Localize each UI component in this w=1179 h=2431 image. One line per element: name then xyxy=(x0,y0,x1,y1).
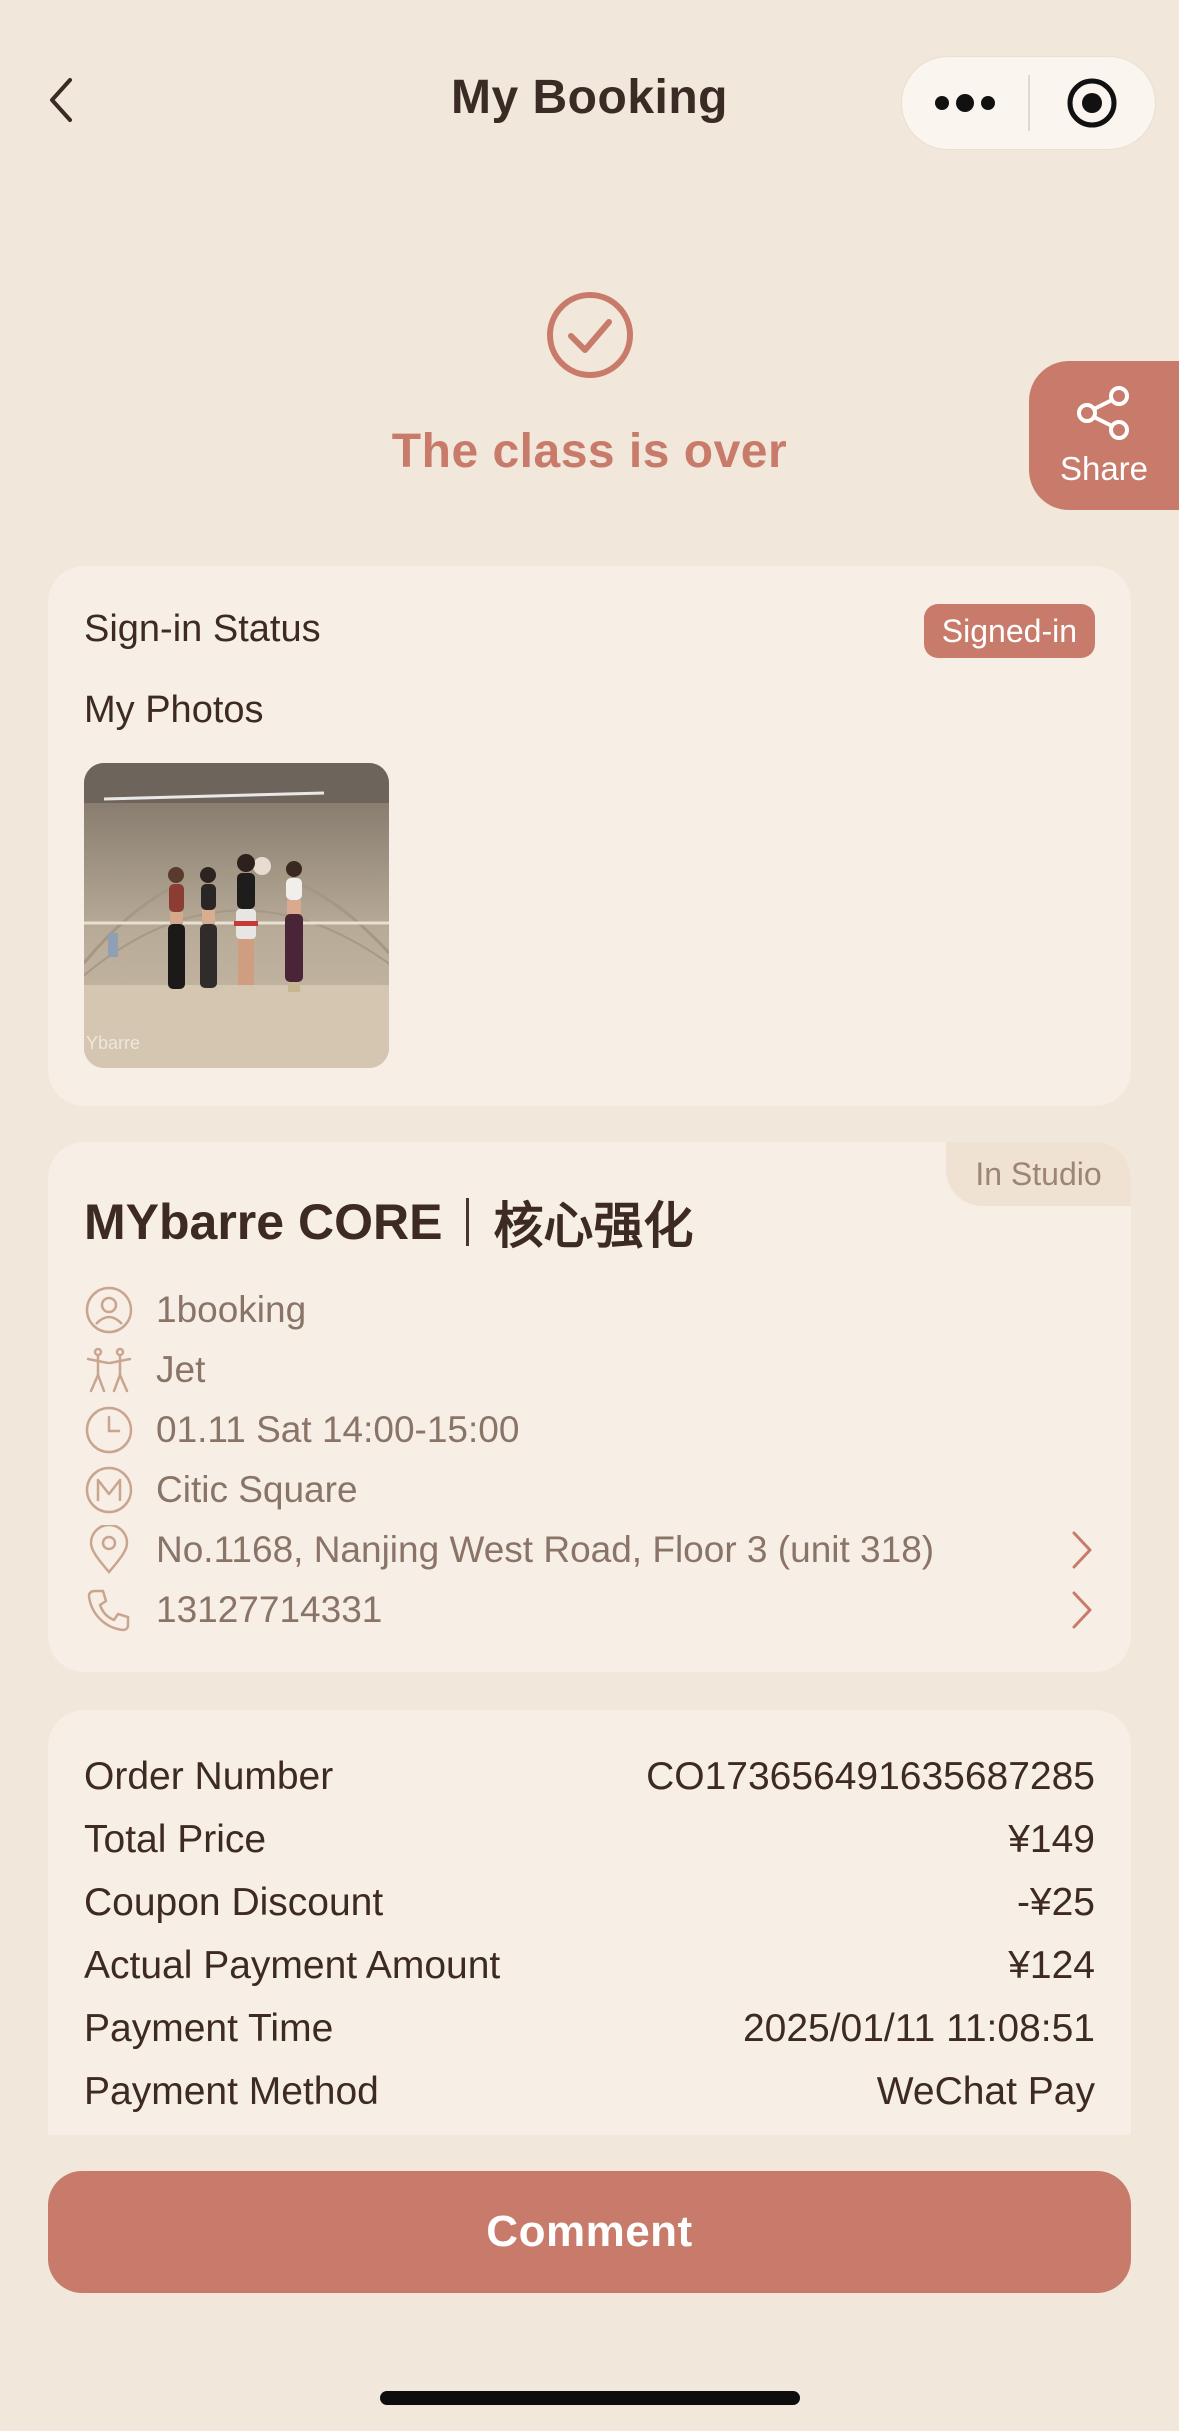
metro-icon xyxy=(84,1465,134,1515)
order-value: ¥149 xyxy=(1008,1818,1095,1861)
order-value: 2025/01/11 11:08:51 xyxy=(742,2007,1095,2050)
class-title: MYbarre CORE 核心强化 xyxy=(84,1186,693,1258)
order-value: CO173656491635687285 xyxy=(646,1755,1095,1798)
address-row[interactable]: No.1168, Nanjing West Road, Floor 3 (uni… xyxy=(84,1522,1095,1578)
payment-time-row: Payment Time 2025/01/11 11:08:51 xyxy=(84,2004,1095,2054)
order-label: Payment Method xyxy=(84,2070,379,2113)
coupon-discount-row: Coupon Discount -¥25 xyxy=(84,1878,1095,1928)
total-price-row: Total Price ¥149 xyxy=(84,1815,1095,1865)
class-card: In Studio MYbarre CORE 核心强化 1booking Jet… xyxy=(48,1142,1131,1672)
location-pin-icon xyxy=(84,1525,134,1575)
class-photo[interactable]: Ybarre xyxy=(84,763,389,1068)
order-label: Actual Payment Amount xyxy=(84,1944,501,1987)
studio-address: No.1168, Nanjing West Road, Floor 3 (uni… xyxy=(156,1529,935,1570)
close-program-button[interactable] xyxy=(1030,57,1156,149)
target-circle-icon xyxy=(1067,78,1117,128)
clock-icon xyxy=(84,1405,134,1455)
share-icon xyxy=(1077,385,1129,440)
instructor-name: Jet xyxy=(156,1349,206,1390)
more-dots-icon xyxy=(934,94,995,112)
studio-phone: 13127714331 xyxy=(156,1589,383,1630)
class-time: 01.11 Sat 14:00-15:00 xyxy=(156,1409,520,1450)
order-label: Payment Time xyxy=(84,2007,334,2050)
chevron-right-icon xyxy=(1055,1529,1095,1571)
time-row: 01.11 Sat 14:00-15:00 xyxy=(84,1402,1095,1458)
status-text: The class is over xyxy=(391,425,788,478)
order-value: ¥124 xyxy=(1008,1944,1095,1987)
share-label: Share xyxy=(1059,449,1149,487)
comment-button[interactable]: Comment xyxy=(48,2171,1131,2293)
phone-row[interactable]: 13127714331 xyxy=(84,1582,1095,1638)
nav-bar: My Booking xyxy=(0,0,1179,200)
title-separator xyxy=(466,1198,470,1246)
order-label: Coupon Discount xyxy=(84,1881,384,1924)
order-value: -¥25 xyxy=(1016,1881,1095,1924)
actual-payment-row: Actual Payment Amount ¥124 xyxy=(84,1941,1095,1991)
instructor-row: Jet xyxy=(84,1342,1095,1398)
order-label: Order Number xyxy=(84,1755,334,1798)
studio-name: Citic Square xyxy=(156,1469,358,1510)
order-number-row: Order Number CO173656491635687285 xyxy=(84,1752,1095,1802)
booking-source-row: 1booking xyxy=(84,1282,1095,1338)
signin-status-label: Sign-in Status xyxy=(84,608,321,650)
check-circle-icon xyxy=(546,292,633,378)
payment-method-row: Payment Method WeChat Pay xyxy=(84,2067,1095,2117)
order-value: WeChat Pay xyxy=(876,2070,1095,2113)
class-name: MYbarre CORE xyxy=(84,1194,443,1250)
class-name-cn: 核心强化 xyxy=(493,1198,694,1254)
signin-card: Sign-in Status Signed-in My Photos Ybarr… xyxy=(48,566,1131,1106)
home-indicator xyxy=(380,2391,800,2405)
more-button[interactable] xyxy=(902,57,1028,149)
order-label: Total Price xyxy=(84,1818,267,1861)
phone-icon xyxy=(84,1585,134,1635)
order-card: Order Number CO173656491635687285 Total … xyxy=(48,1710,1131,2135)
photo-watermark: Ybarre xyxy=(86,1033,141,1053)
dancers-icon xyxy=(84,1345,134,1395)
chevron-right-icon xyxy=(1055,1589,1095,1631)
booking-source: 1booking xyxy=(156,1289,307,1330)
share-button[interactable]: Share xyxy=(1029,361,1179,510)
class-photo-image xyxy=(84,763,389,1068)
status-badge: Signed-in xyxy=(923,604,1095,658)
user-icon xyxy=(84,1285,134,1335)
my-photos-label: My Photos xyxy=(84,689,264,731)
class-type-tag: In Studio xyxy=(946,1142,1131,1206)
studio-row: Citic Square xyxy=(84,1462,1095,1518)
mini-program-capsule xyxy=(901,56,1156,150)
class-status: The class is over xyxy=(0,290,1179,479)
